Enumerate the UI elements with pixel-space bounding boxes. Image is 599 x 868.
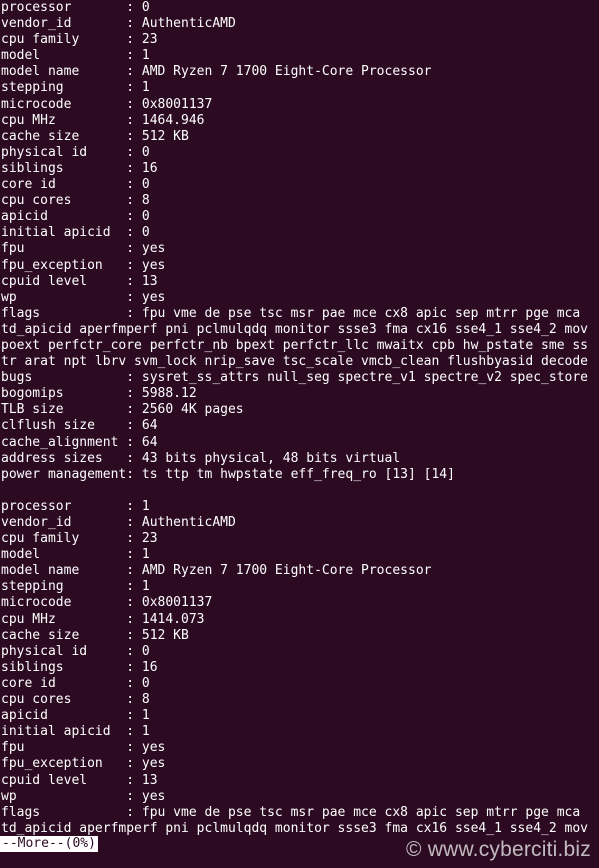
terminal-line: tr arat npt lbrv svm_lock nrip_save tsc_… (1, 354, 588, 370)
watermark: © www.cyberciti.biz (406, 838, 591, 861)
terminal-line: model : 1 (1, 48, 150, 64)
terminal-line: cpuid level : 13 (1, 772, 158, 788)
terminal-line: microcode : 0x8001137 (1, 595, 213, 611)
terminal-line: initial apicid : 0 (1, 225, 150, 241)
terminal-line: cpu MHz : 1414.073 (1, 611, 205, 627)
terminal-line: vendor_id : AuthenticAMD (1, 515, 236, 530)
pager-more-prompt: --More--(0%) (0, 836, 98, 852)
terminal-line: TLB size : 2560 4K pages (1, 402, 244, 418)
terminal-line: siblings : 16 (1, 659, 158, 675)
terminal-line: cpu family : 23 (1, 32, 158, 48)
terminal-output: processor : 0 vendor_id : AuthenticAMD cpu… (0, 0, 599, 837)
terminal-line: initial apicid : 1 (1, 724, 150, 740)
terminal-line: vendor_id : AuthenticAMD (1, 16, 236, 32)
terminal-line: processor : 1 (1, 498, 150, 514)
terminal-line: stepping : 1 (1, 80, 150, 96)
terminal-line: cpu cores : 8 (1, 193, 150, 209)
terminal-line: td_apicid aperfmperf pni pclmulqdq monit… (1, 321, 588, 337)
terminal-line: stepping : 1 (1, 579, 150, 595)
terminal-line: fpu_exception : yes (1, 756, 166, 772)
terminal-line: wp : yes (1, 289, 166, 305)
terminal-line: cpu family : 23 (1, 531, 158, 547)
terminal-line: cache size : 512 KB (1, 627, 189, 643)
terminal-line: processor : 0 (1, 0, 150, 15)
terminal-line: core id : 0 (1, 177, 150, 193)
terminal-line: fpu : yes (1, 740, 166, 756)
terminal-line: fpu : yes (1, 241, 166, 257)
terminal-line: cache_alignment : 64 (1, 434, 158, 450)
terminal-line: flags : fpu vme de pse tsc msr pae mce c… (1, 804, 581, 820)
terminal-line: core id : 0 (1, 675, 150, 691)
terminal-line: model name : AMD Ryzen 7 1700 Eight-Core… (1, 563, 432, 579)
terminal-line: apicid : 1 (1, 708, 150, 724)
terminal-line: physical id : 0 (1, 144, 150, 160)
terminal-line: model name : AMD Ryzen 7 1700 Eight-Core… (1, 64, 432, 80)
terminal-line: bugs : sysret_ss_attrs null_seg spectre_… (1, 370, 588, 386)
terminal-line: cpuid level : 13 (1, 273, 158, 289)
terminal-line: cpu cores : 8 (1, 692, 150, 708)
terminal-line: td_apicid aperfmperf pni pclmulqdq monit… (1, 820, 588, 836)
terminal-line: cpu MHz : 1464.946 (1, 112, 205, 128)
terminal-window[interactable]: processor : 0 vendor_id : AuthenticAMD cpu… (0, 0, 599, 868)
terminal-line: power management: ts ttp tm hwpstate eff… (1, 466, 455, 482)
terminal-line: bogomips : 5988.12 (1, 386, 197, 402)
terminal-line: siblings : 16 (1, 160, 158, 176)
terminal-line: clflush size : 64 (1, 418, 158, 434)
terminal-line: poext perfctr_core perfctr_nb bpext perf… (1, 337, 588, 353)
terminal-line: address sizes : 43 bits physical, 48 bit… (1, 450, 401, 466)
terminal-line: cache size : 512 KB (1, 128, 189, 144)
terminal-line: model : 1 (1, 547, 150, 563)
terminal-line: apicid : 0 (1, 209, 150, 225)
terminal-line: flags : fpu vme de pse tsc msr pae mce c… (1, 305, 581, 321)
terminal-line: fpu_exception : yes (1, 257, 166, 273)
terminal-line: physical id : 0 (1, 643, 150, 659)
terminal-line: wp : yes (1, 788, 166, 804)
terminal-line: microcode : 0x8001137 (1, 96, 213, 112)
